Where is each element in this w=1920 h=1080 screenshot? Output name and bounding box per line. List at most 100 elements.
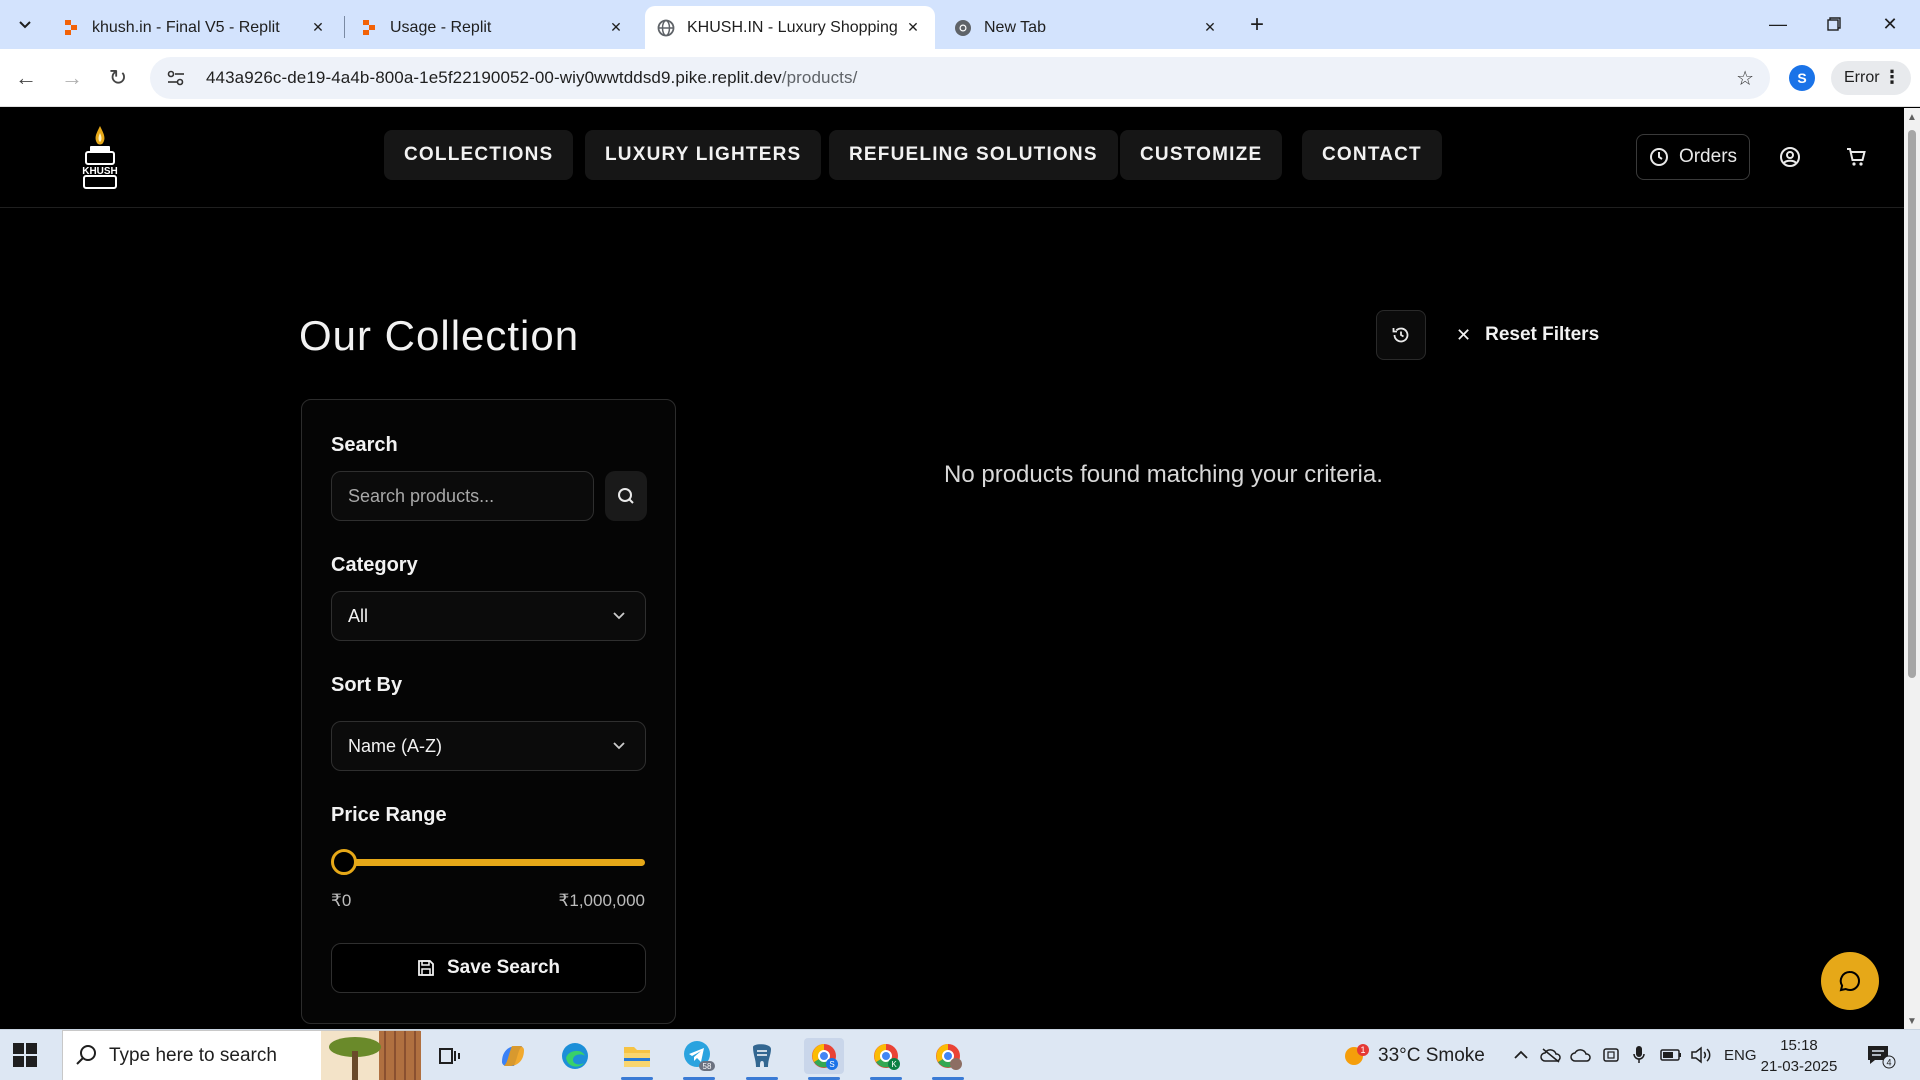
nav-refueling-solutions[interactable]: REFUELING SOLUTIONS <box>829 130 1118 180</box>
language-indicator[interactable]: ENG <box>1724 1030 1757 1080</box>
taskbar-search-placeholder: Type here to search <box>109 1044 277 1066</box>
notification-center-button[interactable]: 4 <box>1866 1043 1896 1069</box>
url-host: 443a926c-de19-4a4b-800a-1e5f22190052-00-… <box>206 68 782 87</box>
tab-title: KHUSH.IN - Luxury Shopping E <box>687 18 903 36</box>
search-highlight-illustration <box>321 1031 421 1080</box>
price-range-label: Price Range <box>331 804 447 826</box>
close-icon[interactable]: ✕ <box>606 18 626 38</box>
browser-tab-3-active[interactable]: KHUSH.IN - Luxury Shopping E ✕ <box>645 6 935 49</box>
chrome-profile-icon[interactable] <box>928 1038 968 1080</box>
edge-icon[interactable] <box>555 1038 595 1074</box>
forward-button[interactable]: → <box>56 62 88 94</box>
close-icon: ✕ <box>1882 13 1898 34</box>
browser-toolbar: ← → ↻ 443a926c-de19-4a4b-800a-1e5f221900… <box>0 49 1920 107</box>
back-button[interactable]: ← <box>10 62 42 94</box>
browser-tab-2[interactable]: Usage - Replit ✕ <box>348 6 638 49</box>
cloud-icon[interactable] <box>1570 1045 1592 1065</box>
telegram-icon[interactable]: 58 <box>679 1038 719 1080</box>
filter-panel: Search Search products... Category All S… <box>301 399 676 1024</box>
replit-icon <box>360 19 378 37</box>
nav-customize[interactable]: CUSTOMIZE <box>1120 130 1283 180</box>
file-explorer-icon[interactable] <box>617 1038 657 1080</box>
taskbar-clock[interactable]: 15:18 21-03-2025 <box>1756 1035 1842 1077</box>
price-range-track[interactable] <box>341 859 645 866</box>
tab-title: New Tab <box>984 18 1046 36</box>
chrome-profile-k-icon[interactable]: K <box>866 1038 906 1080</box>
orders-button[interactable]: Orders <box>1636 134 1750 180</box>
tab-search-button[interactable] <box>8 12 42 38</box>
save-search-button[interactable]: Save Search <box>331 943 646 993</box>
chevron-down-icon <box>613 612 625 620</box>
search-button[interactable] <box>605 471 647 521</box>
price-range-thumb[interactable] <box>331 849 357 875</box>
restore-button[interactable] <box>1812 6 1856 42</box>
browser-tab-1[interactable]: khush.in - Final V5 - Replit ✕ <box>50 6 340 49</box>
plus-icon: + <box>1249 11 1264 38</box>
new-tab-button[interactable]: + <box>1242 10 1272 40</box>
browser-tab-strip: khush.in - Final V5 - Replit ✕ Usage - R… <box>0 0 1920 49</box>
scrollbar-thumb[interactable] <box>1908 130 1916 678</box>
error-label: Error <box>1844 69 1880 86</box>
taskbar-search-box[interactable]: Type here to search <box>62 1030 421 1080</box>
chevron-down-icon <box>19 21 31 29</box>
tab-title: Usage - Replit <box>390 18 492 36</box>
chrome-profile-s-icon[interactable]: S <box>804 1038 844 1080</box>
browser-tab-4[interactable]: New Tab ✕ <box>942 6 1232 49</box>
price-min-value: ₹0 <box>331 891 352 910</box>
search-icon <box>76 1045 96 1065</box>
save-icon <box>418 960 434 976</box>
clock-time: 15:18 <box>1780 1037 1818 1054</box>
close-icon[interactable]: ✕ <box>1200 18 1220 38</box>
volume-icon[interactable] <box>1690 1045 1712 1065</box>
close-icon[interactable]: ✕ <box>903 18 923 38</box>
category-value: All <box>348 605 369 626</box>
more-menu-icon[interactable]: ⋮ <box>1883 67 1901 88</box>
bookmark-star-icon[interactable]: ☆ <box>1736 66 1754 91</box>
chat-button[interactable] <box>1821 952 1879 1010</box>
page-scrollbar[interactable]: ▲ ▼ <box>1904 108 1920 1029</box>
battery-icon[interactable] <box>1660 1045 1682 1065</box>
clock-date: 21-03-2025 <box>1760 1058 1838 1075</box>
reload-button[interactable]: ↻ <box>102 62 134 94</box>
nav-luxury-lighters[interactable]: LUXURY LIGHTERS <box>585 130 822 180</box>
microphone-icon[interactable] <box>1628 1045 1650 1065</box>
nav-collections[interactable]: COLLECTIONS <box>384 130 574 180</box>
category-label: Category <box>331 554 418 576</box>
window-close-button[interactable]: ✕ <box>1868 6 1912 42</box>
reload-icon: ↻ <box>108 65 128 90</box>
error-button[interactable]: Error ⋮ <box>1831 61 1911 95</box>
profile-avatar[interactable]: S <box>1789 65 1815 91</box>
svg-text:S: S <box>829 1060 834 1069</box>
nav-contact[interactable]: CONTACT <box>1302 130 1442 180</box>
khush-logo[interactable]: KHUSH <box>74 124 126 192</box>
windows-start-button[interactable] <box>12 1042 38 1068</box>
category-select[interactable]: All <box>331 591 646 641</box>
close-icon[interactable]: ✕ <box>308 18 328 38</box>
scroll-up-icon[interactable]: ▲ <box>1907 112 1917 123</box>
save-search-label: Save Search <box>446 957 561 978</box>
show-hidden-icons-icon[interactable] <box>1510 1045 1532 1065</box>
copilot-icon[interactable] <box>493 1038 533 1074</box>
scroll-down-icon[interactable]: ▼ <box>1907 1016 1917 1027</box>
page-title: Our Collection <box>299 312 580 359</box>
orders-label: Orders <box>1678 146 1738 167</box>
postgres-icon[interactable] <box>742 1038 782 1080</box>
weather-widget[interactable]: 1 33°C Smoke <box>1342 1030 1485 1080</box>
site-settings-icon[interactable] <box>164 66 188 90</box>
svg-text:1: 1 <box>1360 1045 1365 1055</box>
onedrive-offline-icon[interactable] <box>1540 1045 1562 1065</box>
reset-filters-button[interactable]: ✕ Reset Filters <box>1456 320 1599 350</box>
task-view-icon[interactable] <box>430 1038 470 1074</box>
search-input[interactable]: Search products... <box>331 471 594 521</box>
arrow-right-icon: → <box>61 65 83 90</box>
user-account-icon[interactable] <box>1777 144 1803 170</box>
svg-text:K: K <box>891 1060 897 1069</box>
address-bar[interactable]: 443a926c-de19-4a4b-800a-1e5f22190052-00-… <box>150 57 1770 99</box>
price-max-value: ₹1,000,000 <box>558 891 645 910</box>
cart-icon[interactable] <box>1843 144 1869 170</box>
meet-now-icon[interactable] <box>1600 1045 1622 1065</box>
sort-by-value: Name (A-Z) <box>348 735 442 756</box>
search-history-button[interactable] <box>1376 310 1426 360</box>
minimize-button[interactable]: — <box>1756 6 1800 42</box>
sort-by-select[interactable]: Name (A-Z) <box>331 721 646 771</box>
